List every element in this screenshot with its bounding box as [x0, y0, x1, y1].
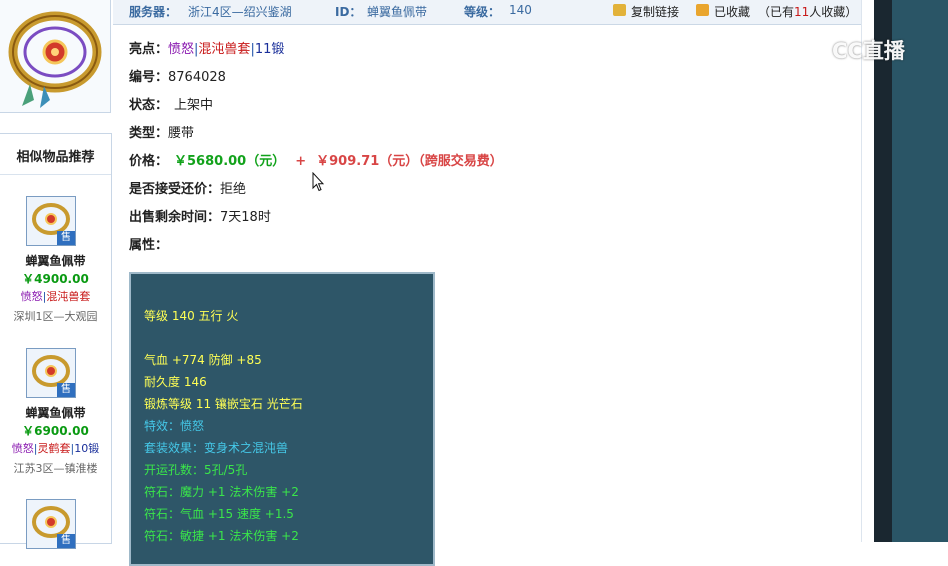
favorite-icon[interactable]: [696, 4, 709, 16]
sell-badge: 售: [57, 534, 75, 548]
similar-items-title: 相似物品推荐: [0, 134, 111, 175]
sell-badge: 售: [57, 383, 75, 397]
page-margin: [861, 0, 875, 542]
highlight-tag: 混沌兽套: [198, 42, 251, 57]
copy-link-button[interactable]: 复制链接: [631, 3, 679, 20]
similar-item-tags: 愤怒|混沌兽套: [20, 290, 91, 303]
attribute-line: 锻炼等级 11 镶嵌宝石 光芒石: [144, 397, 303, 411]
id-value: 蝉翼鱼佩带: [367, 5, 428, 19]
attribute-line: 等级 140 五行 火: [144, 309, 239, 323]
similar-items-panel: 相似物品推荐 售 蝉翼鱼佩带 ￥4900.00 愤怒|混沌兽套 深圳1区—大观园…: [0, 133, 112, 549]
remaining-time-row: 出售剩余时间：7天18时: [129, 208, 271, 228]
tag: 愤怒: [20, 290, 43, 303]
similar-item-image[interactable]: 售: [26, 196, 76, 246]
price-row: 价格： ￥5680.00（元） + ￥909.71（元）（跨服交易费）: [129, 152, 503, 172]
sell-badge: 售: [57, 231, 75, 245]
type-value: 腰带: [168, 126, 195, 141]
attribute-line: 开运孔数：5孔/5孔: [144, 463, 248, 477]
attribute-line: 符石：气血 +15 速度 +1.5: [144, 507, 294, 521]
highlight-label: 亮点：: [129, 42, 169, 57]
tag: 混沌兽套: [46, 290, 91, 303]
price-main: ￥5680.00（元）: [174, 154, 286, 169]
type-row: 类型：腰带: [129, 124, 194, 144]
similar-item-price: ￥6900.00: [22, 424, 89, 438]
similar-item-name[interactable]: 蝉翼鱼佩带: [0, 252, 111, 269]
similar-item[interactable]: 售 蝉翼鱼佩带 ￥4900.00 愤怒|混沌兽套 深圳1区—大观园: [0, 196, 111, 326]
level-value: 140: [509, 3, 532, 17]
favorite-count-number: 11: [794, 5, 810, 19]
similar-item-server: 江苏3区—镇淮楼: [13, 462, 98, 475]
attribute-line: 气血 +774 防御 +85: [144, 353, 262, 367]
copy-link-icon[interactable]: [613, 4, 626, 16]
highlight-tag: 愤怒: [168, 42, 195, 57]
tag: 愤怒: [11, 442, 34, 455]
item-header-bar: 服务器： 浙江4区—绍兴鉴湖 ID： 蝉翼鱼佩带 等级： 140 复制链接 已收…: [113, 0, 861, 25]
attribute-line: 符石：魔力 +1 法术伤害 +2: [144, 485, 299, 499]
price-plus: +: [295, 154, 307, 169]
server-value: 浙江4区—绍兴鉴湖: [188, 5, 292, 19]
counter-offer-value: 拒绝: [220, 182, 247, 197]
server-label: 服务器：: [129, 5, 178, 19]
status-value: 上架中: [174, 98, 214, 113]
attribute-line: 耐久度 146: [144, 375, 207, 389]
side-panel: [892, 0, 948, 542]
counter-offer-label: 是否接受还价：: [129, 182, 221, 197]
status-row: 状态： 上架中: [129, 96, 213, 116]
mouse-cursor-icon: [312, 172, 324, 192]
similar-item-price: ￥4900.00: [22, 272, 89, 286]
status-label: 状态：: [129, 98, 169, 113]
remaining-time-label: 出售剩余时间：: [129, 210, 221, 225]
favorite-count-prefix: （已有: [758, 5, 795, 19]
similar-item-server: 深圳1区—大观园: [13, 310, 98, 323]
favorite-button[interactable]: 已收藏: [714, 3, 750, 20]
favorite-count-suffix: 人收藏）: [809, 5, 858, 19]
tag: 10锻: [74, 442, 100, 455]
counter-offer-row: 是否接受还价：拒绝: [129, 180, 246, 200]
number-label: 编号：: [129, 70, 169, 85]
watermark-text: CC直播: [832, 39, 905, 63]
attributes-panel: 等级 140 五行 火 气血 +774 防御 +85 耐久度 146 锻炼等级 …: [129, 272, 435, 566]
item-image: [0, 0, 111, 113]
side-divider: [874, 0, 892, 542]
favorite-count: （已有11人收藏）: [758, 3, 857, 20]
attribute-line: 特效：愤怒: [144, 419, 205, 433]
attributes-row: 属性：: [129, 236, 168, 256]
similar-item-image[interactable]: 售: [26, 348, 76, 398]
left-column: 相似物品推荐 售 蝉翼鱼佩带 ￥4900.00 愤怒|混沌兽套 深圳1区—大观园…: [0, 0, 112, 549]
highlight-row: 亮点：愤怒|混沌兽套|11锻: [129, 42, 285, 57]
price-label: 价格：: [129, 154, 169, 169]
similar-item[interactable]: 售 蝉翼鱼佩带 ￥6900.00 愤怒|灵鹤套|10锻 江苏3区—镇淮楼: [0, 348, 111, 478]
level-label: 等级：: [464, 5, 501, 19]
type-label: 类型：: [129, 126, 169, 141]
number-row: 编号：8764028: [129, 68, 226, 88]
similar-item-name[interactable]: 蝉翼鱼佩带: [0, 404, 111, 421]
highlight-tag: 11锻: [254, 42, 285, 57]
similar-item[interactable]: 售: [0, 499, 111, 559]
cc-live-logo-icon: [794, 33, 828, 67]
cc-live-watermark: CC直播: [794, 32, 905, 68]
remaining-time-value: 7天18时: [220, 210, 271, 225]
number-value: 8764028: [168, 70, 226, 85]
tag: 灵鹤套: [37, 442, 71, 455]
belt-item-icon: [8, 11, 102, 108]
attribute-line: 套装效果：变身术之混沌兽: [144, 441, 289, 455]
attributes-label: 属性：: [129, 238, 169, 253]
price-fee: ￥909.71（元）（跨服交易费）: [316, 154, 503, 169]
id-label: ID：: [335, 5, 362, 19]
similar-item-tags: 愤怒|灵鹤套|10锻: [11, 442, 100, 455]
